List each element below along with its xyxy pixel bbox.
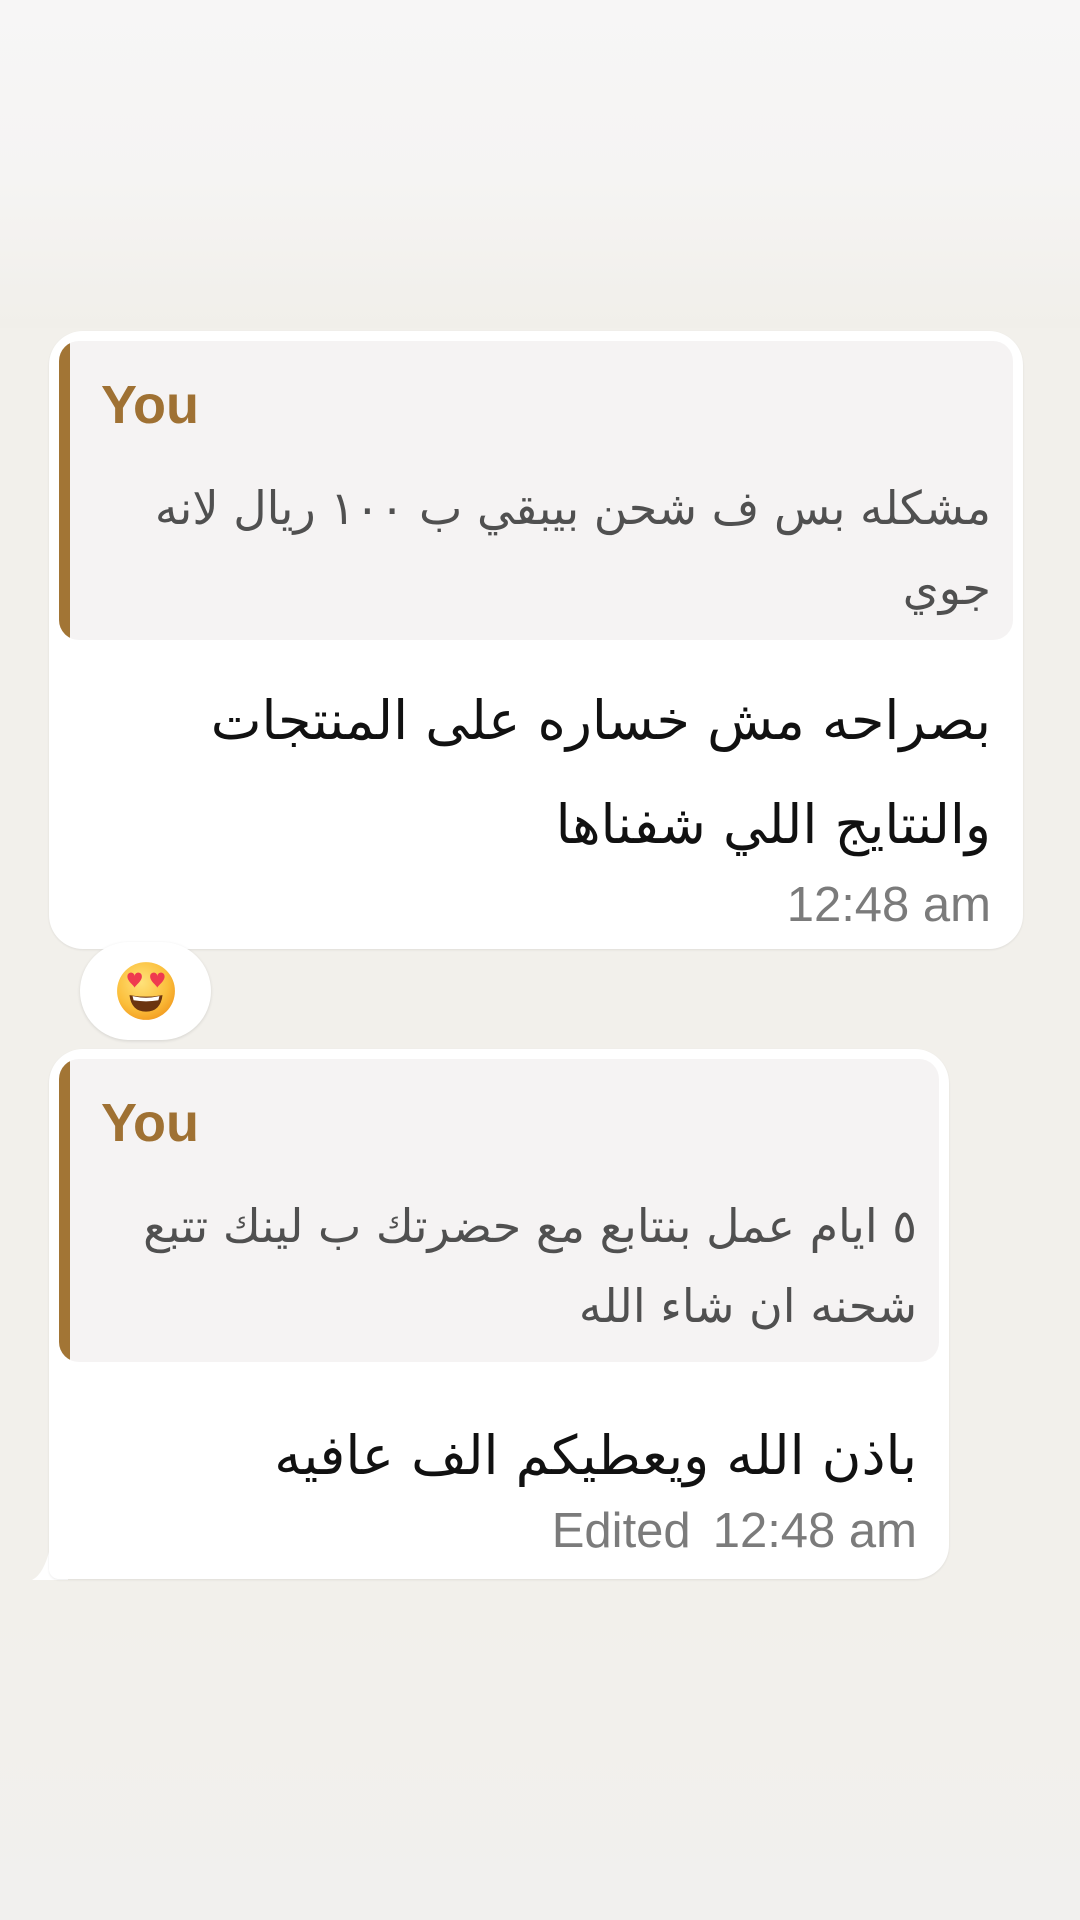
heart-eyes-emoji-icon — [116, 962, 175, 1020]
footer-area — [0, 1600, 1080, 1920]
quoted-message[interactable]: You ٥ ايام عمل بنتابع مع حضرتك ب لينك تت… — [59, 1059, 939, 1362]
quoted-message[interactable]: You مشكله بس ف شحن بيبقي ب ١٠٠ ريال لانه… — [59, 341, 1013, 640]
quote-text: مشكله بس ف شحن بيبقي ب ١٠٠ ريال لانه جوي — [154, 481, 991, 615]
message-meta: 12:48 am — [787, 877, 991, 933]
quote-author: You — [101, 375, 199, 435]
message-time: 12:48 am — [712, 1504, 917, 1558]
quote-author: You — [101, 1093, 199, 1153]
quote-accent-bar — [59, 341, 70, 640]
message-bubble[interactable]: You ٥ ايام عمل بنتابع مع حضرتك ب لينك تت… — [49, 1049, 949, 1579]
message-time: 12:48 am — [786, 878, 991, 932]
reaction-pill[interactable] — [80, 942, 211, 1040]
message-text: باذن الله ويعطيكم الف عافيه — [274, 1424, 917, 1487]
edited-label: Edited — [551, 1504, 691, 1558]
message-bubble[interactable]: You مشكله بس ف شحن بيبقي ب ١٠٠ ريال لانه… — [49, 331, 1023, 949]
message-text: بصراحه مش خساره على المنتجات والنتايج ال… — [210, 689, 991, 856]
quote-text: ٥ ايام عمل بنتابع مع حضرتك ب لينك تتبع ش… — [143, 1199, 917, 1333]
quote-accent-bar — [59, 1059, 70, 1362]
message-meta: Edited 12:48 am — [552, 1503, 917, 1559]
header-area — [0, 0, 1080, 328]
